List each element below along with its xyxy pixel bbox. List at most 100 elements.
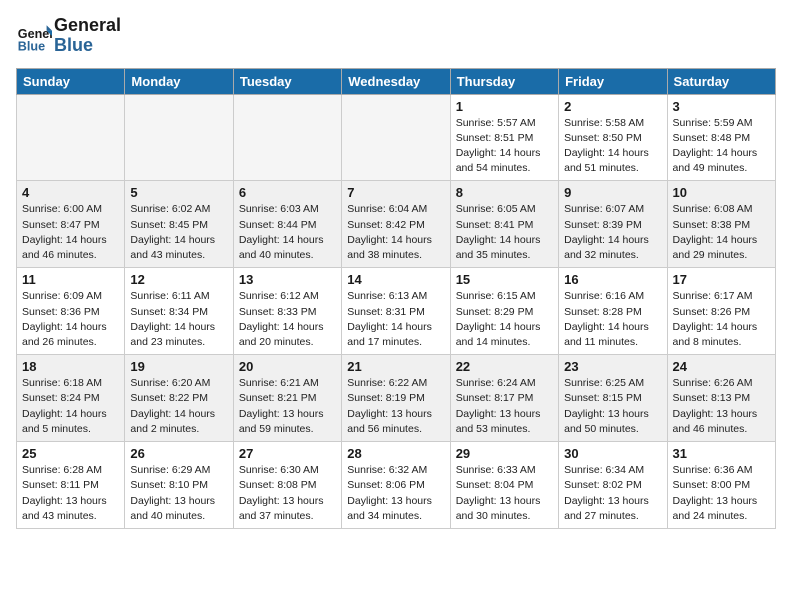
calendar-cell: 19Sunrise: 6:20 AMSunset: 8:22 PMDayligh… <box>125 355 233 442</box>
calendar-cell: 18 Sunrise: 6:18 AMSunset: 8:24 PMDayligh… <box>17 355 125 442</box>
day-info: Sunrise: 6:17 AMSunset: 8:26 PMDaylight:… <box>673 289 770 350</box>
calendar-cell: 17 Sunrise: 6:17 AMSunset: 8:26 PMDayligh… <box>667 268 775 355</box>
day-number: 1 <box>456 99 553 114</box>
day-number: 22 <box>456 359 553 374</box>
day-number: 11 <box>22 272 119 287</box>
day-info: Sunrise: 5:59 AMSunset: 8:48 PMDaylight:… <box>673 116 770 177</box>
week-row-2: 4 Sunrise: 6:00 AMSunset: 8:47 PMDaylight… <box>17 181 776 268</box>
day-number: 27 <box>239 446 336 461</box>
calendar-cell: 28 Sunrise: 6:32 AMSunset: 8:06 PMDayligh… <box>342 442 450 529</box>
calendar-cell: 24 Sunrise: 6:26 AMSunset: 8:13 PMDayligh… <box>667 355 775 442</box>
day-info: Sunrise: 6:07 AMSunset: 8:39 PMDaylight:… <box>564 202 661 263</box>
calendar-cell: 1 Sunrise: 5:57 AMSunset: 8:51 PMDaylight… <box>450 94 558 181</box>
day-number: 18 <box>22 359 119 374</box>
day-info: Sunrise: 5:57 AMSunset: 8:51 PMDaylight:… <box>456 116 553 177</box>
day-info: Sunrise: 6:25 AMSunset: 8:15 PMDaylight:… <box>564 376 661 437</box>
logo: General Blue General Blue <box>16 16 121 56</box>
day-number: 20 <box>239 359 336 374</box>
day-number: 2 <box>564 99 661 114</box>
column-header-sunday: Sunday <box>17 68 125 94</box>
calendar-cell: 26 Sunrise: 6:29 AMSunset: 8:10 PMDayligh… <box>125 442 233 529</box>
day-number: 26 <box>130 446 227 461</box>
day-number: 5 <box>130 185 227 200</box>
day-number: 17 <box>673 272 770 287</box>
day-info: Sunrise: 6:16 AMSunset: 8:28 PMDaylight:… <box>564 289 661 350</box>
calendar-cell: 12Sunrise: 6:11 AMSunset: 8:34 PMDayligh… <box>125 268 233 355</box>
column-header-wednesday: Wednesday <box>342 68 450 94</box>
column-header-monday: Monday <box>125 68 233 94</box>
calendar-table: SundayMondayTuesdayWednesdayThursdayFrid… <box>16 68 776 529</box>
day-info: Sunrise: 6:15 AMSunset: 8:29 PMDaylight:… <box>456 289 553 350</box>
column-header-thursday: Thursday <box>450 68 558 94</box>
day-info: Sunrise: 6:13 AMSunset: 8:31 PMDaylight:… <box>347 289 444 350</box>
day-number: 23 <box>564 359 661 374</box>
day-info: Sunrise: 6:05 AMSunset: 8:41 PMDaylight:… <box>456 202 553 263</box>
day-info: Sunrise: 6:09 AMSunset: 8:36 PMDaylight:… <box>22 289 119 350</box>
column-header-saturday: Saturday <box>667 68 775 94</box>
day-number: 4 <box>22 185 119 200</box>
day-number: 29 <box>456 446 553 461</box>
day-number: 12 <box>130 272 227 287</box>
day-number: 13 <box>239 272 336 287</box>
day-info: Sunrise: 6:30 AMSunset: 8:08 PMDaylight:… <box>239 463 336 524</box>
calendar-cell: 30 Sunrise: 6:34 AMSunset: 8:02 PMDayligh… <box>559 442 667 529</box>
day-number: 15 <box>456 272 553 287</box>
day-info: Sunrise: 6:29 AMSunset: 8:10 PMDaylight:… <box>130 463 227 524</box>
day-number: 28 <box>347 446 444 461</box>
day-number: 14 <box>347 272 444 287</box>
day-number: 25 <box>22 446 119 461</box>
logo-general: General <box>54 16 121 36</box>
calendar-cell: 25 Sunrise: 6:28 AMSunset: 8:11 PMDayligh… <box>17 442 125 529</box>
day-info: Sunrise: 6:34 AMSunset: 8:02 PMDaylight:… <box>564 463 661 524</box>
day-number: 6 <box>239 185 336 200</box>
calendar-cell: 29 Sunrise: 6:33 AMSunset: 8:04 PMDayligh… <box>450 442 558 529</box>
day-number: 7 <box>347 185 444 200</box>
day-info: Sunrise: 5:58 AMSunset: 8:50 PMDaylight:… <box>564 116 661 177</box>
calendar-cell: 9 Sunrise: 6:07 AMSunset: 8:39 PMDaylight… <box>559 181 667 268</box>
day-number: 30 <box>564 446 661 461</box>
calendar-cell: 7Sunrise: 6:04 AMSunset: 8:42 PMDaylight… <box>342 181 450 268</box>
column-header-tuesday: Tuesday <box>233 68 341 94</box>
calendar-cell <box>342 94 450 181</box>
day-number: 9 <box>564 185 661 200</box>
day-number: 10 <box>673 185 770 200</box>
day-info: Sunrise: 6:26 AMSunset: 8:13 PMDaylight:… <box>673 376 770 437</box>
day-info: Sunrise: 6:08 AMSunset: 8:38 PMDaylight:… <box>673 202 770 263</box>
calendar-cell: 15 Sunrise: 6:15 AMSunset: 8:29 PMDayligh… <box>450 268 558 355</box>
column-header-friday: Friday <box>559 68 667 94</box>
day-info: Sunrise: 6:21 AMSunset: 8:21 PMDaylight:… <box>239 376 336 437</box>
calendar-cell: 23 Sunrise: 6:25 AMSunset: 8:15 PMDayligh… <box>559 355 667 442</box>
calendar-cell: 27 Sunrise: 6:30 AMSunset: 8:08 PMDayligh… <box>233 442 341 529</box>
week-row-4: 18 Sunrise: 6:18 AMSunset: 8:24 PMDayligh… <box>17 355 776 442</box>
day-info: Sunrise: 6:12 AMSunset: 8:33 PMDaylight:… <box>239 289 336 350</box>
calendar-cell: 21 Sunrise: 6:22 AMSunset: 8:19 PMDayligh… <box>342 355 450 442</box>
calendar-cell: 4 Sunrise: 6:00 AMSunset: 8:47 PMDaylight… <box>17 181 125 268</box>
day-info: Sunrise: 6:33 AMSunset: 8:04 PMDaylight:… <box>456 463 553 524</box>
calendar-cell: 2 Sunrise: 5:58 AMSunset: 8:50 PMDaylight… <box>559 94 667 181</box>
logo-icon: General Blue <box>16 18 52 54</box>
day-info: Sunrise: 6:20 AMSunset: 8:22 PMDaylight:… <box>130 376 227 437</box>
calendar-cell: 3Sunrise: 5:59 AMSunset: 8:48 PMDaylight… <box>667 94 775 181</box>
day-info: Sunrise: 6:00 AMSunset: 8:47 PMDaylight:… <box>22 202 119 263</box>
day-number: 16 <box>564 272 661 287</box>
calendar-cell: 10 Sunrise: 6:08 AMSunset: 8:38 PMDayligh… <box>667 181 775 268</box>
day-number: 21 <box>347 359 444 374</box>
calendar-cell: 16 Sunrise: 6:16 AMSunset: 8:28 PMDayligh… <box>559 268 667 355</box>
day-info: Sunrise: 6:28 AMSunset: 8:11 PMDaylight:… <box>22 463 119 524</box>
day-number: 24 <box>673 359 770 374</box>
calendar-cell <box>233 94 341 181</box>
day-info: Sunrise: 6:18 AMSunset: 8:24 PMDaylight:… <box>22 376 119 437</box>
calendar-cell: 20 Sunrise: 6:21 AMSunset: 8:21 PMDayligh… <box>233 355 341 442</box>
day-info: Sunrise: 6:22 AMSunset: 8:19 PMDaylight:… <box>347 376 444 437</box>
calendar-cell: 11 Sunrise: 6:09 AMSunset: 8:36 PMDayligh… <box>17 268 125 355</box>
week-row-5: 25 Sunrise: 6:28 AMSunset: 8:11 PMDayligh… <box>17 442 776 529</box>
calendar-cell: 13 Sunrise: 6:12 AMSunset: 8:33 PMDayligh… <box>233 268 341 355</box>
day-info: Sunrise: 6:32 AMSunset: 8:06 PMDaylight:… <box>347 463 444 524</box>
day-number: 8 <box>456 185 553 200</box>
calendar-cell: 5Sunrise: 6:02 AMSunset: 8:45 PMDaylight… <box>125 181 233 268</box>
day-info: Sunrise: 6:24 AMSunset: 8:17 PMDaylight:… <box>456 376 553 437</box>
week-row-3: 11 Sunrise: 6:09 AMSunset: 8:36 PMDayligh… <box>17 268 776 355</box>
calendar-cell: 6Sunrise: 6:03 AMSunset: 8:44 PMDaylight… <box>233 181 341 268</box>
calendar-cell: 8 Sunrise: 6:05 AMSunset: 8:41 PMDaylight… <box>450 181 558 268</box>
calendar-cell <box>125 94 233 181</box>
